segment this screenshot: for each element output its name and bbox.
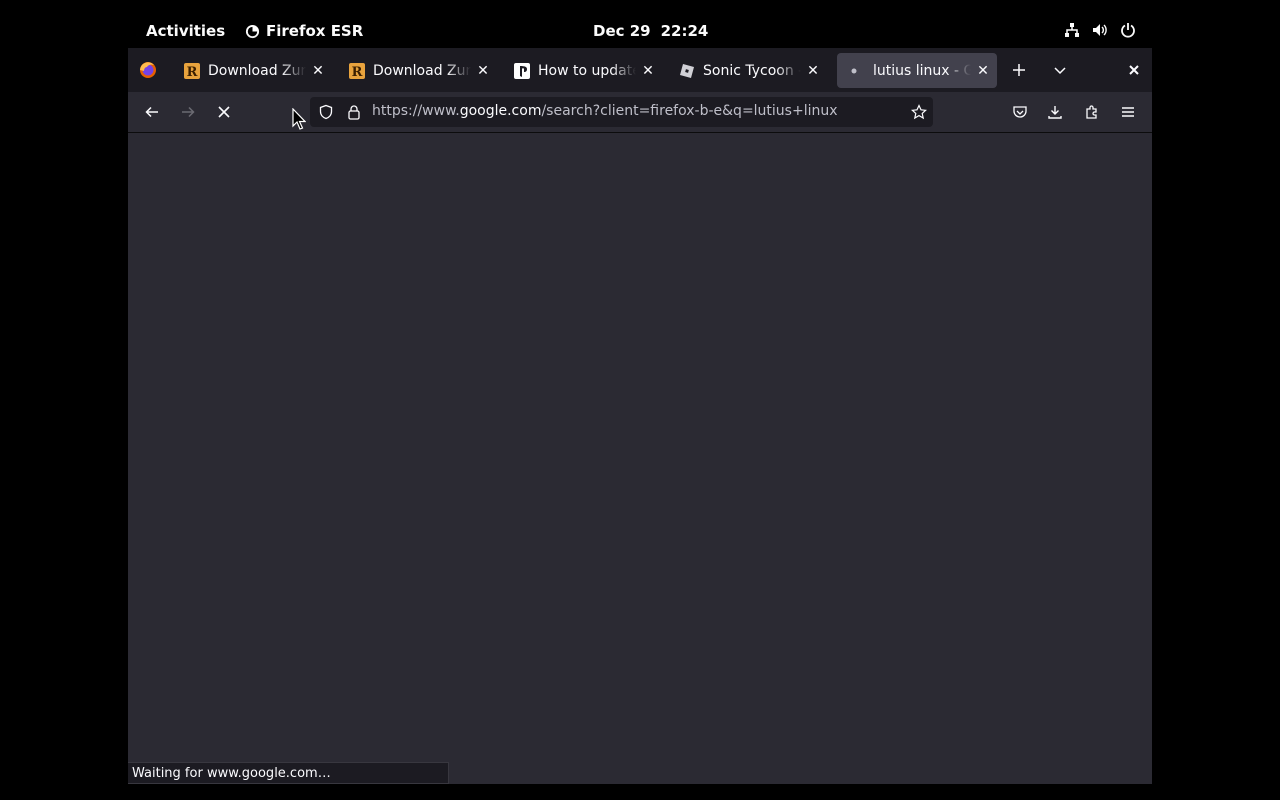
bookmark-star-icon[interactable] <box>911 104 927 120</box>
lock-icon[interactable] <box>346 104 362 120</box>
list-all-tabs-icon[interactable] <box>1050 60 1070 80</box>
page-content[interactable]: Waiting for www.google.com… <box>128 133 1152 784</box>
firefox-view-icon[interactable] <box>138 60 158 80</box>
firefox-window: R Download Zuma ✕ R Download Zuma ✕ How … <box>128 48 1152 784</box>
loading-dot-icon <box>849 63 865 79</box>
url-path: /search?client=firefox-b-e&q=lutius+linu… <box>541 103 838 119</box>
url-bar[interactable]: https://www.google.com/search?client=fir… <box>310 97 933 127</box>
clock-time: 22:24 <box>660 22 709 40</box>
close-tab-icon[interactable]: ✕ <box>640 63 656 79</box>
tab-strip: R Download Zuma ✕ R Download Zuma ✕ How … <box>128 48 1152 92</box>
close-tab-icon[interactable]: ✕ <box>310 63 326 79</box>
roblox-icon <box>679 63 695 79</box>
firefox-esr-icon <box>245 24 260 39</box>
tab-download-zuma-2[interactable]: R Download Zuma ✕ <box>337 53 497 88</box>
playstation-icon <box>514 62 530 79</box>
tab-how-to-update[interactable]: How to update P ✕ <box>502 53 662 88</box>
tracking-protection-shield-icon[interactable] <box>318 104 334 120</box>
close-tab-icon[interactable]: ✕ <box>805 63 821 79</box>
tab-title: Download Zuma <box>208 62 306 79</box>
app-menu-label: Firefox ESR <box>266 22 364 40</box>
url-domain: google.com <box>459 103 542 119</box>
clock-date: Dec 29 <box>593 22 651 40</box>
tab-title: Download Zuma <box>373 62 471 79</box>
navigation-toolbar: https://www.google.com/search?client=fir… <box>128 92 1152 133</box>
svg-text:R: R <box>187 65 198 79</box>
back-icon[interactable] <box>142 102 162 122</box>
stop-loading-icon[interactable] <box>214 102 234 122</box>
mouse-cursor-icon <box>292 108 306 130</box>
new-tab-icon[interactable] <box>1009 60 1029 80</box>
tab-title: lutius linux - Goo <box>873 62 971 79</box>
tab-title: How to update P <box>538 62 636 79</box>
svg-text:R: R <box>352 65 363 79</box>
url-prefix: https://www. <box>372 103 460 119</box>
tab-title: Sonic Tycoon - R <box>703 62 801 79</box>
url-text[interactable]: https://www.google.com/search?client=fir… <box>372 103 838 119</box>
tab-lutius-linux[interactable]: lutius linux - Goo ✕ <box>837 53 997 88</box>
system-tray[interactable] <box>1064 22 1136 38</box>
close-tab-icon[interactable]: ✕ <box>475 63 491 79</box>
app-menu[interactable]: Firefox ESR <box>245 22 363 40</box>
downloads-icon[interactable] <box>1045 102 1065 122</box>
tab-sonic-tycoon[interactable]: Sonic Tycoon - R ✕ <box>667 53 827 88</box>
hamburger-menu-icon[interactable] <box>1118 102 1138 122</box>
extensions-icon[interactable] <box>1082 102 1102 122</box>
network-icon[interactable] <box>1064 22 1080 38</box>
status-panel: Waiting for www.google.com… <box>128 762 449 784</box>
close-window-icon[interactable] <box>1124 60 1144 80</box>
pocket-icon[interactable] <box>1010 102 1030 122</box>
rutracker-icon: R <box>184 62 200 79</box>
power-icon[interactable] <box>1120 22 1136 38</box>
forward-icon[interactable] <box>178 102 198 122</box>
clock[interactable]: Dec 29 22:24 <box>593 22 708 40</box>
close-tab-icon[interactable]: ✕ <box>975 63 991 79</box>
activities-button[interactable]: Activities <box>146 22 225 40</box>
volume-icon[interactable] <box>1092 22 1108 38</box>
tab-download-zuma-1[interactable]: R Download Zuma ✕ <box>172 53 332 88</box>
rutracker-icon: R <box>349 62 365 79</box>
